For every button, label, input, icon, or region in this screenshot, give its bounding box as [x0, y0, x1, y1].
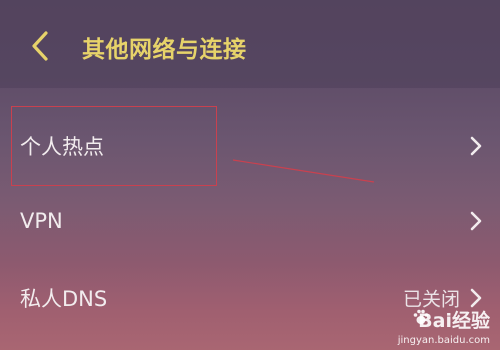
watermark-url: jingyan.baidu.com [397, 335, 490, 346]
annotation-line [232, 159, 375, 183]
baidu-jingyan-watermark: Bai经验 jingyan.baidu.com [384, 306, 494, 346]
watermark-brand: Bai经验 [418, 310, 490, 332]
